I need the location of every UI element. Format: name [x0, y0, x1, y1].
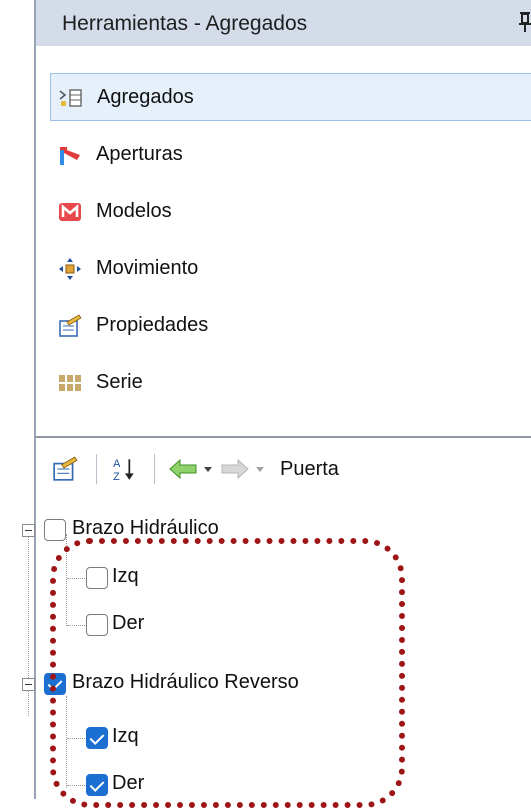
- toolbox-item-agregados[interactable]: Agregados: [50, 73, 531, 121]
- svg-text:A: A: [113, 458, 121, 470]
- forward-arrow-icon[interactable]: [220, 456, 250, 482]
- chevron-down-icon[interactable]: [254, 456, 266, 482]
- node-checkbox[interactable]: [44, 519, 66, 541]
- panel-title: Herramientas - Agregados: [62, 12, 308, 35]
- toolbox-list: Agregados Aperturas Modelos Movimiento P…: [36, 46, 531, 436]
- node-checkbox[interactable]: [86, 727, 108, 749]
- property-toolbar: A Z Puerta: [36, 438, 531, 500]
- node-checkbox[interactable]: [86, 614, 108, 636]
- back-arrow-icon[interactable]: [168, 456, 198, 482]
- tree-node-brazo-hidraulico-reverso[interactable]: Brazo Hidráulico Reverso: [22, 660, 531, 706]
- openings-icon: [60, 147, 80, 165]
- toolbox-item-movimiento[interactable]: Movimiento: [50, 245, 531, 293]
- toolbar-separator: [96, 454, 97, 484]
- panel-titlebar[interactable]: Herramientas - Agregados: [36, 0, 531, 47]
- tree-node-der[interactable]: Der: [36, 601, 531, 647]
- node-checkbox[interactable]: [86, 774, 108, 796]
- properties-icon[interactable]: [52, 456, 78, 482]
- tree-node-brazo-hidraulico[interactable]: Brazo Hidráulico: [22, 506, 531, 552]
- aggregates-tree: Brazo Hidráulico Izq Der Brazo Hidráulic…: [22, 500, 531, 799]
- tree-node-izq[interactable]: Izq: [36, 714, 531, 760]
- pin-icon[interactable]: [519, 10, 531, 34]
- models-icon: [59, 203, 81, 221]
- node-label: Der: [112, 612, 145, 634]
- movement-icon: [59, 258, 81, 280]
- toolbox-item-label: Serie: [96, 371, 143, 393]
- node-label: Der: [112, 772, 145, 794]
- toolbox-item-modelos[interactable]: Modelos: [50, 188, 531, 236]
- node-label: Izq: [112, 565, 139, 587]
- toolbox-item-label: Movimiento: [96, 257, 199, 279]
- tree-node-der[interactable]: Der: [36, 761, 531, 807]
- toolbox-item-label: Agregados: [97, 86, 194, 108]
- toolbox-item-serie[interactable]: Serie: [50, 359, 531, 407]
- svg-text:Z: Z: [113, 471, 120, 482]
- toolbox-item-aperturas[interactable]: Aperturas: [50, 131, 531, 179]
- sort-alphabetical-icon[interactable]: A Z: [112, 456, 138, 482]
- chevron-down-icon[interactable]: [202, 456, 214, 482]
- toolbox-item-label: Aperturas: [96, 143, 183, 165]
- collapse-toggle[interactable]: [22, 524, 35, 537]
- series-icon: [59, 375, 81, 391]
- current-object-label: Puerta: [280, 458, 339, 480]
- toolbox-item-propiedades[interactable]: Propiedades: [50, 302, 531, 350]
- node-label: Izq: [112, 725, 139, 747]
- collapse-toggle[interactable]: [22, 678, 35, 691]
- node-label: Brazo Hidráulico Reverso: [72, 671, 299, 693]
- aggregates-icon: [59, 89, 82, 107]
- tree-node-izq[interactable]: Izq: [36, 554, 531, 600]
- properties-icon: [59, 314, 82, 337]
- node-checkbox[interactable]: [44, 673, 66, 695]
- toolbar-separator: [154, 454, 155, 484]
- toolbox-item-label: Propiedades: [96, 314, 209, 336]
- node-checkbox[interactable]: [86, 567, 108, 589]
- node-label: Brazo Hidráulico: [72, 517, 219, 539]
- toolbox-item-label: Modelos: [96, 200, 172, 222]
- tools-panel: Herramientas - Agregados Agregados Apert…: [22, 0, 531, 799]
